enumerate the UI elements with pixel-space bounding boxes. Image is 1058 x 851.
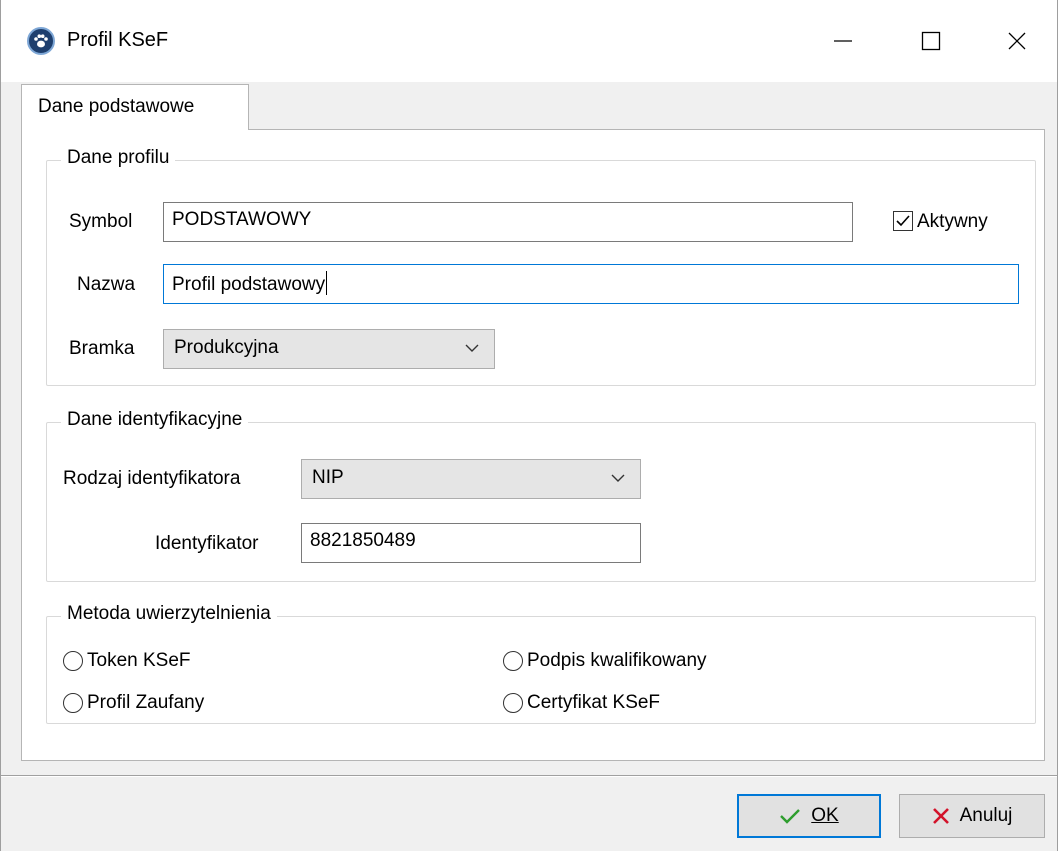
radio-profil-zaufany-label: Profil Zaufany: [87, 692, 205, 713]
close-icon: [1008, 32, 1026, 50]
cancel-button[interactable]: Anuluj: [899, 794, 1045, 838]
symbol-label: Symbol: [69, 211, 133, 232]
auth-group: Metoda uwierzytelnienia Token KSeF Podpi…: [46, 603, 1036, 724]
text-caret: [326, 271, 328, 295]
identification-group-legend: Dane identyfikacyjne: [61, 409, 249, 431]
id-type-label: Rodzaj identyfikatora: [63, 468, 241, 489]
name-input-value: Profil podstawowy: [172, 274, 326, 295]
identification-group: Dane identyfikacyjne Rodzaj identyfikato…: [46, 409, 1036, 582]
chevron-down-icon: [465, 344, 479, 352]
minimize-button[interactable]: [813, 14, 873, 68]
radio-profil-zaufany[interactable]: [63, 693, 83, 713]
id-label: Identyfikator: [155, 533, 259, 554]
ok-button-label: OK: [811, 805, 839, 826]
active-label: Aktywny: [917, 211, 988, 232]
radio-podpis-kwalifikowany-label: Podpis kwalifikowany: [527, 650, 707, 671]
ok-button[interactable]: OK: [737, 794, 881, 838]
checkmark-icon: [896, 215, 910, 227]
profile-group-legend: Dane profilu: [61, 147, 176, 169]
name-label: Nazwa: [77, 274, 136, 295]
maximize-button[interactable]: [901, 14, 961, 68]
radio-podpis-kwalifikowany[interactable]: [503, 651, 523, 671]
radio-token-ksef-label: Token KSeF: [87, 650, 191, 671]
radio-certyfikat-ksef[interactable]: [503, 693, 523, 713]
symbol-input[interactable]: PODSTAWOWY: [163, 202, 853, 242]
minimize-icon: [834, 40, 852, 42]
tab-panel: Dane profilu Symbol PODSTAWOWY Aktywny N…: [21, 129, 1045, 761]
tab-dane-podstawowe[interactable]: Dane podstawowe: [21, 84, 249, 130]
title-bar[interactable]: Profil KSeF: [1, 0, 1057, 82]
active-checkbox[interactable]: [893, 211, 913, 231]
tab-label: Dane podstawowe: [38, 96, 195, 117]
gateway-select[interactable]: Produkcyjna: [163, 329, 495, 369]
gateway-label: Bramka: [69, 338, 135, 359]
close-button[interactable]: [987, 14, 1047, 68]
window-title: Profil KSeF: [67, 29, 169, 51]
id-input[interactable]: 8821850489: [301, 523, 641, 563]
id-type-select[interactable]: NIP: [301, 459, 641, 499]
id-type-select-value: NIP: [312, 467, 344, 488]
footer-divider: [1, 775, 1057, 777]
radio-token-ksef[interactable]: [63, 651, 83, 671]
cancel-button-label: Anuluj: [959, 805, 1013, 826]
name-input[interactable]: Profil podstawowy: [163, 264, 1019, 304]
auth-group-legend: Metoda uwierzytelnienia: [61, 603, 277, 625]
maximize-icon: [921, 31, 941, 51]
profile-group: Dane profilu Symbol PODSTAWOWY Aktywny N…: [46, 147, 1036, 386]
radio-certyfikat-ksef-label: Certyfikat KSeF: [527, 692, 661, 713]
profile-dialog: Profil KSeF Dane podstawowe Dane profilu…: [0, 0, 1058, 851]
close-x-icon: [932, 808, 949, 824]
checkmark-icon: [780, 809, 801, 824]
paw-icon: [27, 27, 55, 55]
gateway-select-value: Produkcyjna: [174, 337, 279, 358]
chevron-down-icon: [611, 474, 625, 482]
